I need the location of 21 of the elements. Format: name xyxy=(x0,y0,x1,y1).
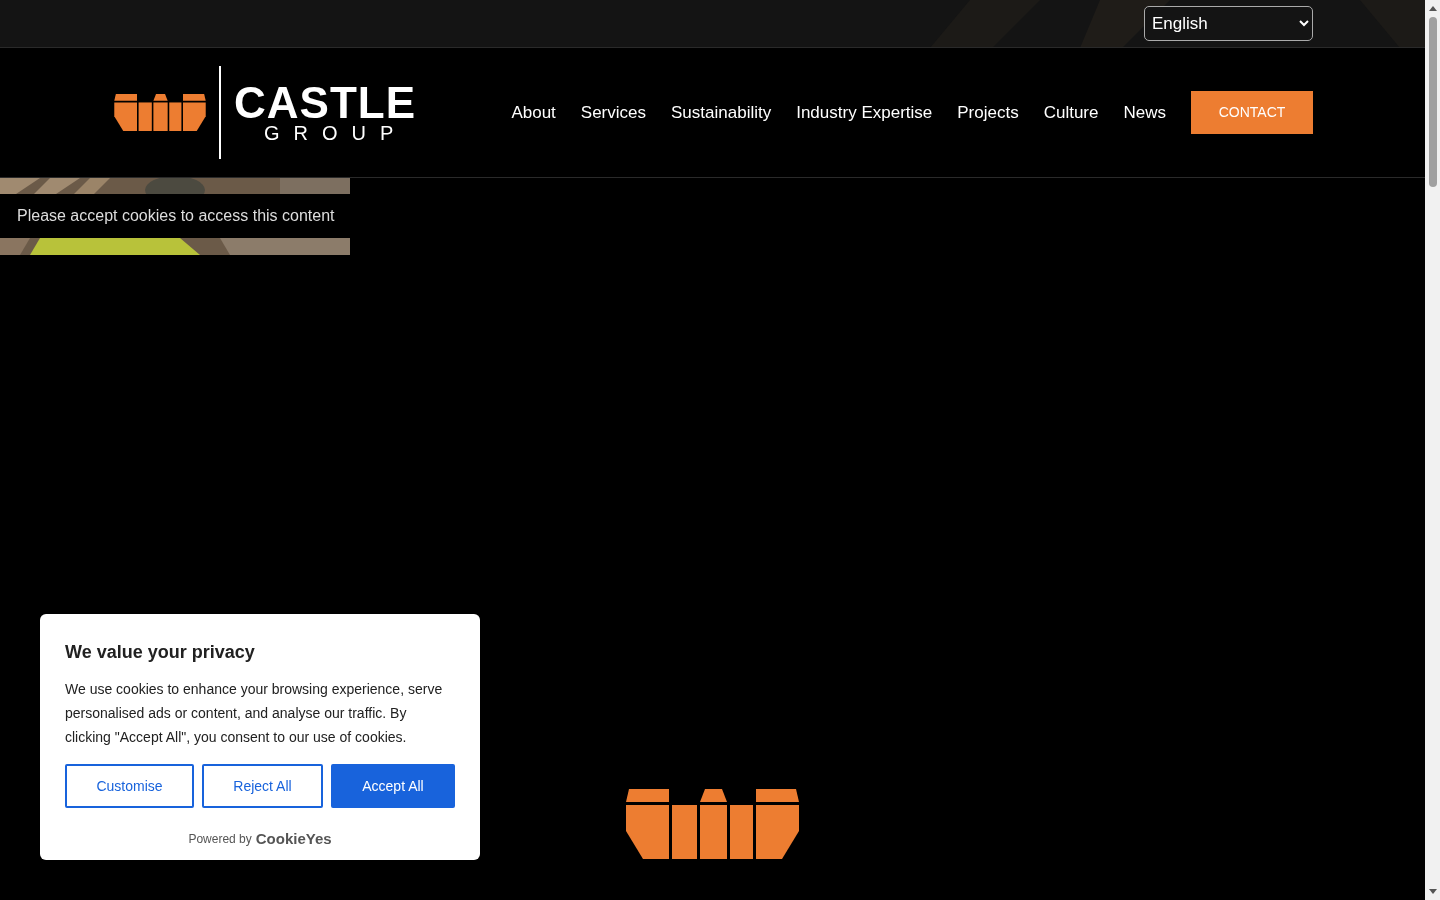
nav-link[interactable]: Industry Expertise xyxy=(796,99,933,126)
nav-link[interactable]: About xyxy=(511,99,556,126)
consent-button[interactable]: Reject All xyxy=(202,764,323,808)
castle-icon xyxy=(626,789,799,859)
nav-link[interactable]: Sustainability xyxy=(671,99,772,126)
logo-subtitle: GROUP xyxy=(263,122,408,143)
castle-logo-icon xyxy=(114,94,206,131)
powered-by-text: Powered by xyxy=(188,831,252,849)
consent-button[interactable]: Accept All xyxy=(331,764,455,808)
language-select[interactable]: English xyxy=(1144,6,1313,41)
scrollbar[interactable] xyxy=(1425,0,1440,900)
cookie-notice-text: Please accept cookies to access this content xyxy=(17,206,335,226)
dialog-body: We use cookies to enhance your browsing experience, serve personalised ads or content, and analyse our traffic. By clicking "Accept All", you consent to our use of cookies. xyxy=(65,680,444,747)
brand-text: CookieYes xyxy=(255,829,332,849)
dialog-title: We value your privacy xyxy=(65,641,256,664)
nav-link[interactable]: Projects xyxy=(957,99,1019,126)
logo-name: CASTLE xyxy=(234,82,416,123)
consent-button[interactable]: Customise xyxy=(65,764,194,808)
nav-link[interactable]: Culture xyxy=(1043,99,1099,126)
nav-link[interactable]: News xyxy=(1123,99,1166,126)
nav-link[interactable]: Services xyxy=(580,99,646,126)
